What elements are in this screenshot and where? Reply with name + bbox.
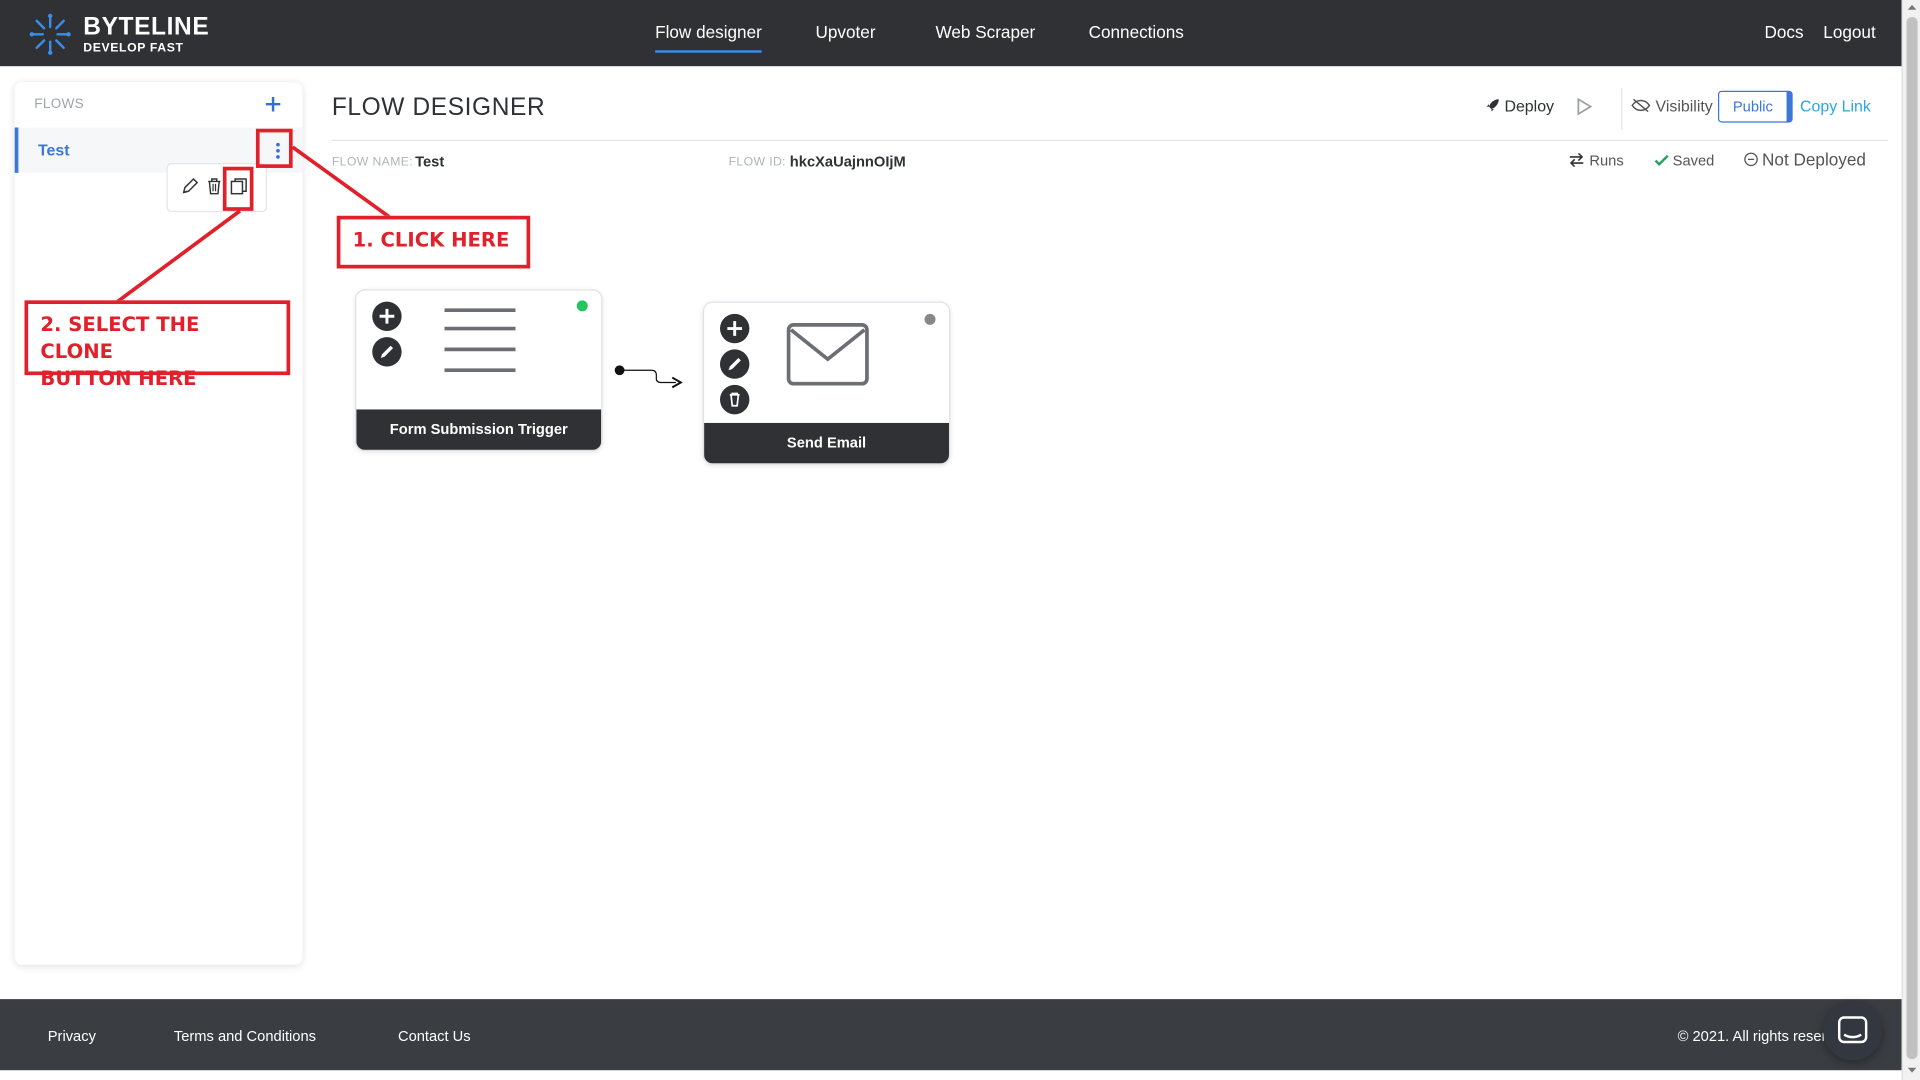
footer-copyright: © 2021. All rights reserved (1677, 1027, 1825, 1045)
nav-connections[interactable]: Connections (1089, 22, 1184, 42)
footer-contact-link[interactable]: Contact Us (398, 1027, 471, 1044)
chat-icon (1837, 1016, 1868, 1044)
page-footer: Privacy Terms and Conditions Contact Us … (0, 999, 1902, 1071)
scroll-down-icon[interactable] (1907, 1064, 1918, 1075)
deploy-status: Not Deployed (1744, 149, 1866, 170)
scroll-up-icon[interactable] (1907, 2, 1918, 13)
deploy-status-label: Not Deployed (1762, 149, 1866, 170)
flow-id-value: hkcXaUajnnOIjM (789, 153, 906, 171)
nav-logout[interactable]: Logout (1823, 22, 1875, 42)
annotation-step2-line1: 2. SELECT THE CLONE (40, 312, 200, 363)
pencil-icon (728, 357, 741, 371)
flow-node-send-email[interactable]: Send Email (702, 301, 951, 465)
copy-link-button[interactable]: Copy Link (1800, 97, 1871, 115)
node-edit-button[interactable] (372, 337, 402, 367)
pencil-icon (380, 345, 394, 358)
annotation-step2-line2: BUTTON HERE (40, 366, 197, 390)
node-add-button[interactable] (720, 313, 750, 344)
node-connector (614, 365, 683, 389)
runs-label: Runs (1589, 152, 1624, 170)
deploy-label: Deploy (1504, 96, 1555, 116)
chat-launcher-button[interactable] (1823, 1001, 1883, 1061)
saved-label: Saved (1672, 152, 1715, 170)
annotation-step1: 1. CLICK HERE (336, 215, 531, 269)
node-status-dot (576, 300, 588, 312)
plus-icon (727, 321, 743, 336)
footer-privacy-link[interactable]: Privacy (48, 1027, 96, 1044)
header-divider-line (331, 139, 1889, 141)
play-icon (1577, 97, 1593, 116)
page-scrollbar[interactable] (1901, 0, 1920, 1080)
annotation-arrows (116, 145, 391, 304)
eye-slash-icon (1631, 98, 1651, 113)
visibility-label: Visibility (1655, 96, 1713, 116)
scrollbar-thumb[interactable] (1906, 17, 1918, 1060)
node-delete-button[interactable] (720, 384, 750, 415)
deploy-button[interactable]: Deploy (1485, 97, 1554, 115)
node-status-dot (924, 313, 936, 325)
header-divider (1621, 88, 1623, 130)
nav-flow-designer[interactable]: Flow designer (655, 22, 762, 53)
nav-web-scraper[interactable]: Web Scraper (936, 22, 1036, 42)
node-title: Form Submission Trigger (356, 409, 602, 450)
app-viewport: BYTELINE DEVELOP FAST Flow designer Upvo… (0, 0, 1920, 1080)
rocket-icon (1486, 99, 1499, 112)
run-flow-button[interactable] (1576, 97, 1596, 117)
check-icon (1654, 154, 1669, 167)
footer-terms-link[interactable]: Terms and Conditions (174, 1027, 316, 1044)
annotation-step2: 2. SELECT THE CLONE BUTTON HERE (24, 300, 291, 390)
envelope-icon (786, 323, 869, 386)
visibility-control: Visibility (1631, 97, 1713, 115)
node-edit-button[interactable] (720, 349, 750, 379)
minus-circle-icon (1744, 152, 1758, 167)
flow-id-label: FLOW ID: (728, 155, 786, 170)
node-title: Send Email (704, 422, 949, 464)
swap-arrows-icon (1569, 152, 1584, 168)
runs-button[interactable]: Runs (1569, 152, 1624, 169)
saved-status: Saved (1654, 152, 1714, 169)
nav-docs[interactable]: Docs (1765, 22, 1804, 42)
public-toggle-button[interactable]: Public (1717, 90, 1793, 123)
trash-icon (729, 392, 740, 407)
nav-upvoter[interactable]: Upvoter (816, 22, 876, 42)
